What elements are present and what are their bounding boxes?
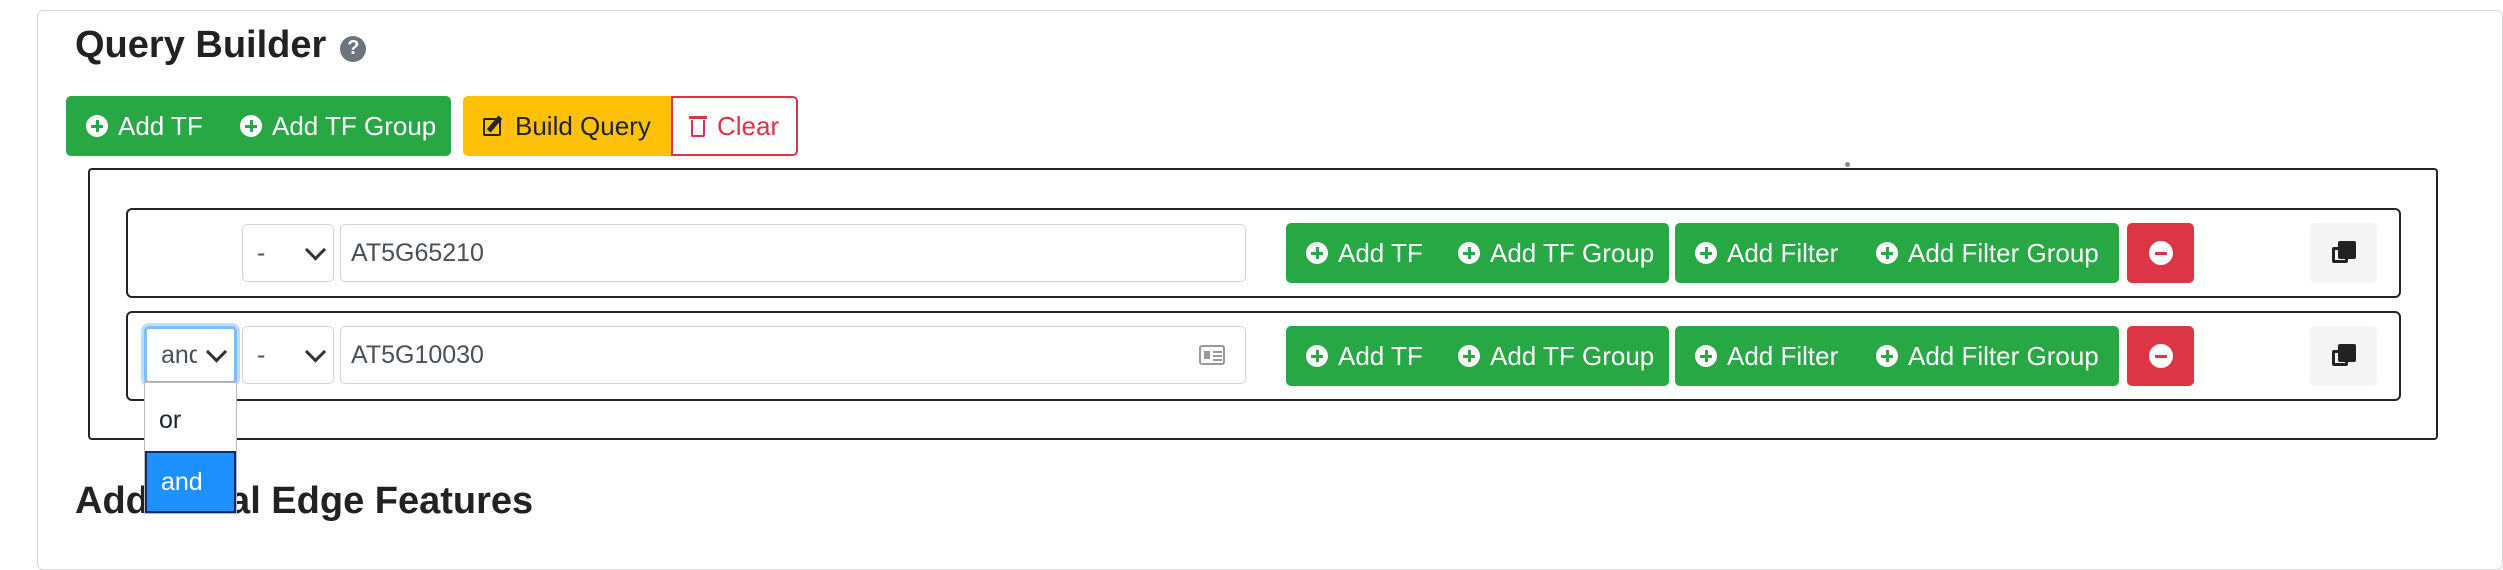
- tf-input[interactable]: AT5G10030: [340, 326, 1246, 384]
- plus-circle-icon: [1876, 345, 1898, 367]
- row-add-tf-group-button[interactable]: Add TF Group: [1458, 223, 1655, 283]
- row-add-tf-group-label: Add TF Group: [1490, 340, 1655, 371]
- modifier-select[interactable]: -: [242, 224, 334, 282]
- question-circle-icon[interactable]: ?: [340, 35, 367, 62]
- operator-dropdown-list: or and: [144, 382, 237, 514]
- minus-circle-icon: [2148, 344, 2173, 368]
- tf-input-value: AT5G10030: [351, 340, 484, 369]
- add-tf-label: Add TF: [118, 110, 203, 141]
- copy-icon: [2331, 344, 2356, 368]
- plus-circle-icon: [1876, 242, 1898, 264]
- build-query-label: Build Query: [515, 110, 651, 141]
- plus-circle-icon: [86, 115, 108, 137]
- plus-circle-icon: [1695, 242, 1717, 264]
- row-add-tf-group-label: Add TF Group: [1490, 237, 1655, 268]
- row-add-filter-group-label: Add Filter Group: [1908, 340, 2099, 371]
- contact-card-icon[interactable]: [1199, 345, 1225, 365]
- row-add-filter-group-label: Add Filter Group: [1908, 237, 2099, 268]
- tf-input[interactable]: AT5G65210: [340, 224, 1246, 282]
- row-add-tf-label: Add TF: [1338, 340, 1423, 371]
- modifier-select[interactable]: -: [242, 326, 334, 384]
- operator-option-and[interactable]: and: [145, 451, 236, 513]
- copy-icon: [2331, 241, 2356, 265]
- chevron-down-icon: [304, 239, 327, 261]
- edit-icon: [483, 115, 505, 137]
- operator-option-or[interactable]: or: [145, 389, 236, 451]
- add-tf-button[interactable]: Add TF: [86, 96, 203, 156]
- build-query-button[interactable]: Build Query: [463, 96, 671, 156]
- add-tf-group-button[interactable]: Add TF Group: [240, 96, 437, 156]
- modifier-value: -: [257, 340, 266, 369]
- remove-row-button[interactable]: [2127, 326, 2194, 386]
- row-add-filter-group-button[interactable]: Add Filter Group: [1876, 223, 2099, 283]
- decorative-dot: [1845, 162, 1850, 167]
- row-add-filter-label: Add Filter: [1727, 237, 1839, 268]
- duplicate-row-button[interactable]: [2310, 326, 2377, 386]
- plus-circle-icon: [1306, 345, 1328, 367]
- row-add-tf-button[interactable]: Add TF: [1306, 326, 1423, 386]
- clear-label: Clear: [717, 110, 780, 141]
- row-add-filter-label: Add Filter: [1727, 340, 1839, 371]
- modifier-value: -: [257, 238, 266, 267]
- page-title-text: Query Builder: [75, 24, 327, 66]
- row-add-filter-group-button[interactable]: Add Filter Group: [1876, 326, 2099, 386]
- plus-circle-icon: [1458, 242, 1480, 264]
- row-add-filter-button[interactable]: Add Filter: [1695, 223, 1839, 283]
- chevron-down-icon: [205, 341, 228, 363]
- plus-circle-icon: [240, 115, 262, 137]
- row-add-tf-label: Add TF: [1338, 237, 1423, 268]
- plus-circle-icon: [1458, 345, 1480, 367]
- row-add-tf-button[interactable]: Add TF: [1306, 223, 1423, 283]
- plus-circle-icon: [1695, 345, 1717, 367]
- duplicate-row-button[interactable]: [2310, 223, 2377, 283]
- page-title: Query Builder ?: [75, 24, 367, 67]
- plus-circle-icon: [1306, 242, 1328, 264]
- clear-button[interactable]: Clear: [671, 96, 798, 156]
- add-tf-group-label: Add TF Group: [272, 110, 437, 141]
- remove-row-button[interactable]: [2127, 223, 2194, 283]
- minus-circle-icon: [2148, 241, 2173, 265]
- chevron-down-icon: [304, 341, 327, 363]
- row-add-tf-group-button[interactable]: Add TF Group: [1458, 326, 1655, 386]
- operator-select[interactable]: and: [144, 326, 237, 384]
- row-add-filter-button[interactable]: Add Filter: [1695, 326, 1839, 386]
- operator-value: and: [161, 340, 197, 369]
- trash-icon: [689, 115, 707, 137]
- tf-input-value: AT5G65210: [351, 238, 484, 267]
